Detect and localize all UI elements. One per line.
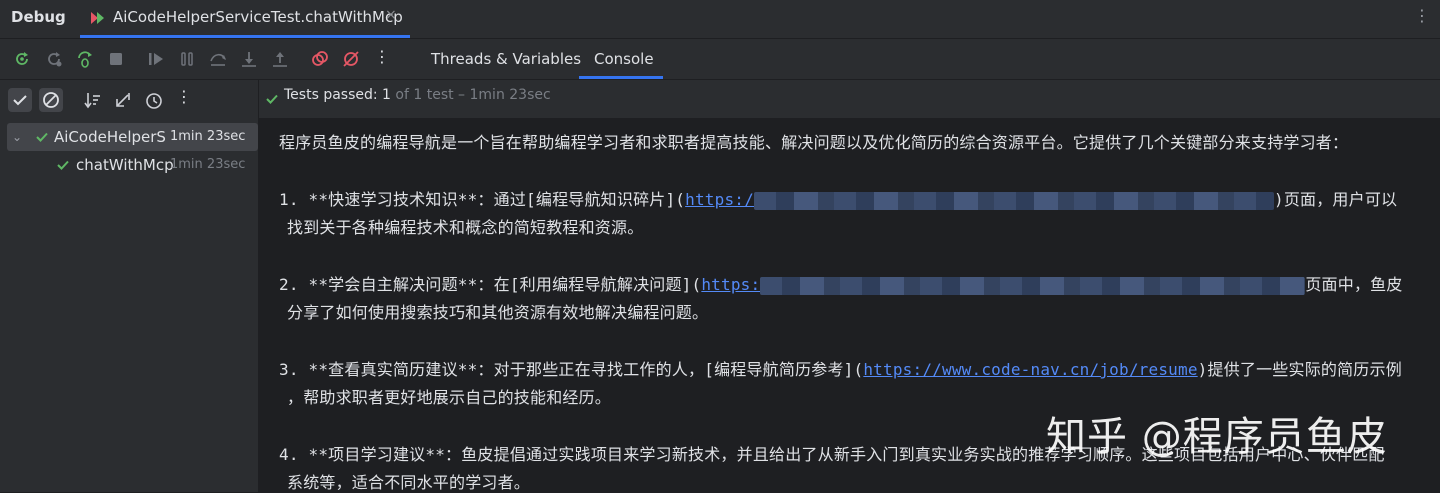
tab-active-indicator (80, 35, 410, 38)
resume-icon[interactable] (146, 49, 166, 69)
console-line: 2. **学会自主解决问题**：在[利用编程导航解决问题](https: 页面中，… (279, 271, 1403, 295)
summary-count: 1 (382, 87, 391, 103)
test-status-bar: Tests passed: 1 of 1 test – 1min 23sec (259, 80, 1440, 118)
more-options-icon[interactable]: ⋮ (176, 87, 200, 111)
rerun-icon[interactable] (12, 49, 32, 69)
debug-tool-window-header: Debug AiCodeHelperServiceTest.chatWithMc… (0, 0, 1440, 39)
step-over-icon[interactable] (208, 49, 228, 69)
show-ignored-icon[interactable] (39, 88, 63, 112)
debug-title: Debug (11, 8, 66, 26)
tab-threads-variables[interactable]: Threads & Variables (431, 50, 581, 68)
more-actions-icon[interactable]: ⋮ (374, 47, 394, 67)
console-line: 找到关于各种编程技术和概念的简短教程和资源。 (287, 218, 644, 237)
test-history-icon[interactable] (142, 88, 166, 112)
test-tree-toolbar: ⋮ (0, 80, 258, 118)
watermark: 知乎 @程序员鱼皮 (1046, 414, 1388, 460)
tab-console[interactable]: Console (594, 50, 654, 68)
console-link[interactable]: https:/ (685, 190, 754, 209)
debug-toolbar: ⋮ Threads & Variables Console (0, 39, 1440, 80)
collapse-all-icon[interactable] (111, 88, 135, 112)
rerun-debug-icon[interactable] (75, 49, 95, 69)
stop-icon[interactable] (106, 49, 126, 69)
tests-passed-summary: Tests passed: 1 of 1 test – 1min 23sec (284, 87, 551, 103)
pause-icon[interactable] (177, 49, 197, 69)
console-text: 3. **查看真实简历建议**：对于那些正在寻找工作的人，[编程导航简历参考]( (279, 360, 864, 379)
view-breakpoints-icon[interactable] (310, 49, 330, 69)
test-results-panel: ⋮ ⌄ AiCodeHelperSer 1min 23sec chatWithM… (0, 80, 259, 492)
console-line: 1. **快速学习技术知识**：通过[编程导航知识碎片](https:/ )页面，… (279, 186, 1397, 210)
redacted-region (753, 191, 1274, 210)
console-link[interactable]: https://www.code-nav.cn/job/resume (863, 360, 1197, 379)
test-run-icon (88, 9, 108, 27)
test-duration: 1min 23sec (170, 129, 246, 144)
summary-suffix: of 1 test – 1min 23sec (390, 87, 551, 103)
test-passed-icon (55, 157, 71, 173)
mute-breakpoints-icon[interactable] (341, 49, 361, 69)
redacted-region (760, 276, 1306, 295)
sort-icon[interactable] (80, 88, 104, 112)
console-line: 程序员鱼皮的编程导航是一个旨在帮助编程学习者和求职者提高技能、解决问题以及优化简… (279, 133, 1349, 152)
tab-title: AiCodeHelperServiceTest.chatWithMcp (113, 8, 403, 26)
console-text: )提供了一些实际的简历示例 (1197, 360, 1402, 379)
test-class-name: AiCodeHelperSer (54, 128, 166, 146)
close-icon[interactable]: × (385, 7, 397, 23)
console-text: 1. **快速学习技术知识**：通过[编程导航知识碎片]( (279, 190, 686, 209)
console-text: 页面中，鱼皮 (1305, 275, 1403, 294)
console-line: 系统等，适合不同水平的学习者。 (287, 473, 531, 492)
step-into-icon[interactable] (239, 49, 259, 69)
rerun-failed-icon[interactable] (44, 49, 64, 69)
tree-node-test-method[interactable]: chatWithMcp 1min 23sec (0, 151, 258, 179)
console-line: ，帮助求职者更好地展示自己的技能和经历。 (287, 388, 612, 407)
step-out-icon[interactable] (270, 49, 290, 69)
show-passed-icon[interactable] (8, 88, 32, 112)
console-line: 分享了如何使用搜索技巧和其他资源有效地解决编程问题。 (287, 303, 709, 322)
summary-prefix: Tests passed: (284, 87, 383, 103)
debug-session-tab[interactable]: AiCodeHelperServiceTest.chatWithMcp × (80, 0, 410, 38)
test-duration: 1min 23sec (170, 157, 246, 172)
console-line: 3. **查看真实简历建议**：对于那些正在寻找工作的人，[编程导航简历参考](… (279, 356, 1402, 380)
test-passed-icon (34, 129, 50, 145)
chevron-down-icon[interactable]: ⌄ (12, 130, 22, 144)
tab-active-indicator (579, 76, 663, 79)
more-options-icon[interactable]: ⋮ (1414, 6, 1430, 25)
console-text: )页面，用户可以 (1273, 190, 1398, 209)
test-method-name: chatWithMcp (76, 156, 174, 174)
console-link[interactable]: https: (701, 275, 760, 294)
tree-node-test-class[interactable]: ⌄ AiCodeHelperSer 1min 23sec (7, 123, 258, 151)
test-passed-icon (264, 91, 280, 107)
console-text: 2. **学会自主解决问题**：在[利用编程导航解决问题]( (279, 275, 702, 294)
